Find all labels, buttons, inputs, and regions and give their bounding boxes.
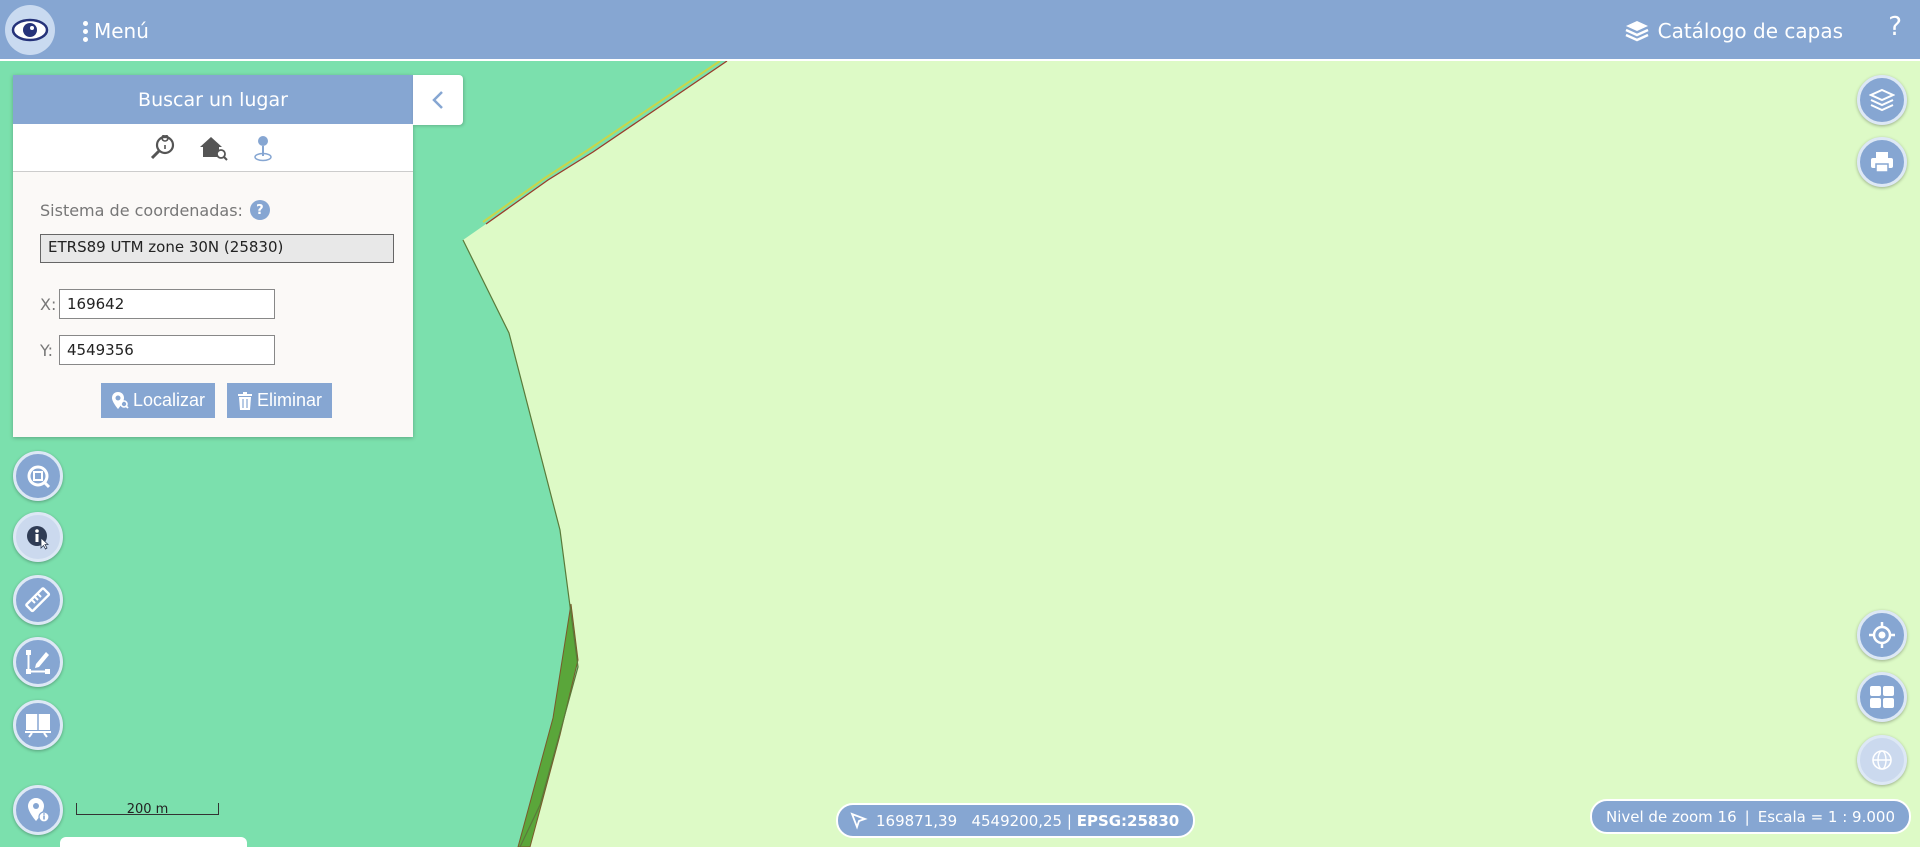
print-button[interactable] [1857,137,1907,187]
menu-button[interactable]: Menú [83,15,149,47]
x-row: X: 169642 [40,289,393,319]
geolocation-info-button[interactable] [13,785,63,835]
crs-select[interactable]: ETRS89 UTM zone 30N (25830) [40,234,394,263]
search-address-icon[interactable] [198,133,228,163]
zoom-extent-button[interactable] [13,451,63,501]
presentation-button[interactable] [13,700,63,750]
trash-icon [238,391,253,410]
delete-button[interactable]: Eliminar [227,383,333,418]
draw-tool-icon [26,650,50,674]
geolocation-info-icon [28,798,50,823]
catalog-label: Catálogo de capas [1657,19,1843,43]
locate-pin-icon [111,391,129,409]
coord-y: 4549200,25 [971,811,1063,830]
cursor-icon [850,811,868,830]
scale-text: Escala = 1 : 9.000 [1757,807,1895,826]
globe-icon [1872,750,1892,770]
y-label: Y: [40,340,54,360]
crs-label: Sistema de coordenadas: [40,200,243,220]
locate-button[interactable]: Localizar [100,383,216,418]
search-place-icon[interactable] [148,133,178,163]
globe-button[interactable] [1857,735,1907,785]
locate-me-button[interactable] [1857,610,1907,660]
x-input[interactable]: 169642 [59,289,275,319]
print-icon [1871,152,1893,173]
help-button[interactable]: ? [1888,12,1902,42]
coordinate-pin-icon[interactable] [248,133,278,163]
layer-catalog-button[interactable]: Catálogo de capas [1624,14,1843,48]
app-logo-eye-icon[interactable] [5,5,55,55]
mouse-coordinates[interactable]: 169871,39 4549200,25 | EPSG:25830 [836,803,1196,838]
info-icon [27,526,50,550]
panel-actions: Localizar Eliminar [40,383,393,418]
x-label: X: [40,294,57,314]
info-button[interactable] [13,512,63,562]
y-input[interactable]: 4549356 [59,335,275,365]
measure-button[interactable] [13,575,63,625]
layers-icon [1869,88,1895,112]
zoom-level-text: Nivel de zoom 16 [1606,807,1737,826]
crs-help-icon[interactable]: ? [249,200,270,220]
menu-label: Menú [94,19,149,43]
search-place-panel: Buscar un lugar Sistema de coordenadas: … [13,75,413,437]
basemap-button[interactable] [1857,672,1907,722]
presentation-icon [25,714,51,738]
locate-label: Localizar [132,390,206,410]
delete-label: Eliminar [257,390,323,410]
coord-epsg[interactable]: EPSG:25830 [1077,812,1180,830]
basemap-icon [1870,686,1894,708]
layers-button[interactable] [1857,75,1907,125]
top-bar: Menú Catálogo de capas ? [0,0,1920,61]
crs-label-row: Sistema de coordenadas: ? [40,200,393,220]
draw-button[interactable] [13,637,63,687]
y-row: Y: 4549356 [40,335,393,365]
coord-x: 169871,39 [876,811,958,830]
attribution-tab[interactable] [60,837,247,847]
collapse-panel-button[interactable] [413,75,463,125]
panel-title: Buscar un lugar [13,75,413,124]
zoom-scale-info: Nivel de zoom 16 | Escala = 1 : 9.000 [1590,799,1911,834]
scale-bar: 200 m [76,793,219,821]
chevron-left-icon [432,91,443,109]
search-tabs [13,124,413,172]
scale-label: 200 m [126,802,169,817]
ruler-icon [25,587,51,613]
menu-dots-icon [83,20,88,42]
layers-stack-icon [1625,21,1649,42]
zoom-extent-icon [27,465,51,489]
locate-me-icon [1869,622,1895,648]
